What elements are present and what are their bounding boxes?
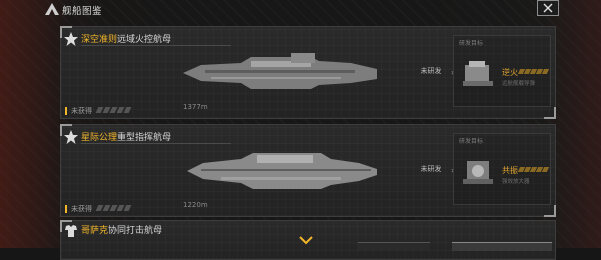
module-image xyxy=(463,161,493,184)
close-button[interactable] xyxy=(537,0,559,16)
research-target-name: 共振 xyxy=(502,166,518,175)
ship-name: 星际公理重型指挥航母 xyxy=(81,130,171,143)
target-rarity xyxy=(517,167,550,172)
target-rarity xyxy=(517,69,550,74)
acquired-status: 未获得 xyxy=(71,107,92,115)
ship-length: 1220m xyxy=(183,201,208,209)
ship-model-image xyxy=(183,53,377,89)
ship-name-class: 重型指挥航母 xyxy=(117,133,172,143)
research-target-type: 远航舰载导弹 xyxy=(502,81,536,87)
star-rank-icon xyxy=(64,130,78,144)
ship-name-class: 协同打击航母 xyxy=(108,226,163,236)
acquired-marker xyxy=(65,205,67,213)
research-status: 未研发 xyxy=(420,165,442,173)
ship-card[interactable]: 星际公理重型指挥航母 1220m 未获得 未研发 › 研发目标 共振 强效放大器 xyxy=(60,124,556,217)
acquired-progress xyxy=(95,205,132,211)
close-icon xyxy=(543,3,553,13)
ship-name: 深空准则远域火控航母 xyxy=(81,32,171,45)
ship-name-class: 远域火控航母 xyxy=(117,35,172,45)
research-target-title: 研发目标 xyxy=(459,138,484,145)
acquired-progress xyxy=(95,107,132,113)
research-status: 未研发 xyxy=(420,67,442,75)
scroll-down-icon[interactable] xyxy=(299,236,313,245)
module-image xyxy=(463,61,493,86)
corner-decoration xyxy=(544,107,556,119)
fleet-logo-icon xyxy=(45,3,59,15)
ship-card[interactable]: 深空准则远域火控航母 1377m 未获得 未研发 › 研发目标 逆火 远航舰载导… xyxy=(60,26,556,119)
acquired-marker xyxy=(65,107,67,115)
ship-model-image xyxy=(187,153,377,189)
bottom-button[interactable] xyxy=(452,242,552,251)
ship-name-highlight: 哥萨克 xyxy=(81,226,109,236)
research-target-name: 逆火 xyxy=(502,68,518,77)
ship-name: 哥萨克协同打击航母 xyxy=(81,223,162,236)
research-target-type: 强效放大器 xyxy=(502,179,530,185)
corner-decoration xyxy=(544,205,556,217)
ship-name-highlight: 深空准则 xyxy=(81,35,118,45)
header: 舰船图鉴 xyxy=(0,0,601,20)
shirt-icon xyxy=(65,225,77,237)
acquired-status: 未获得 xyxy=(71,205,92,213)
ship-length: 1377m xyxy=(183,103,208,111)
research-target-title: 研发目标 xyxy=(459,40,484,47)
star-rank-icon xyxy=(64,32,78,46)
ship-name-highlight: 星际公理 xyxy=(81,133,118,143)
bottom-button[interactable] xyxy=(358,242,430,251)
page-title: 舰船图鉴 xyxy=(62,6,103,17)
